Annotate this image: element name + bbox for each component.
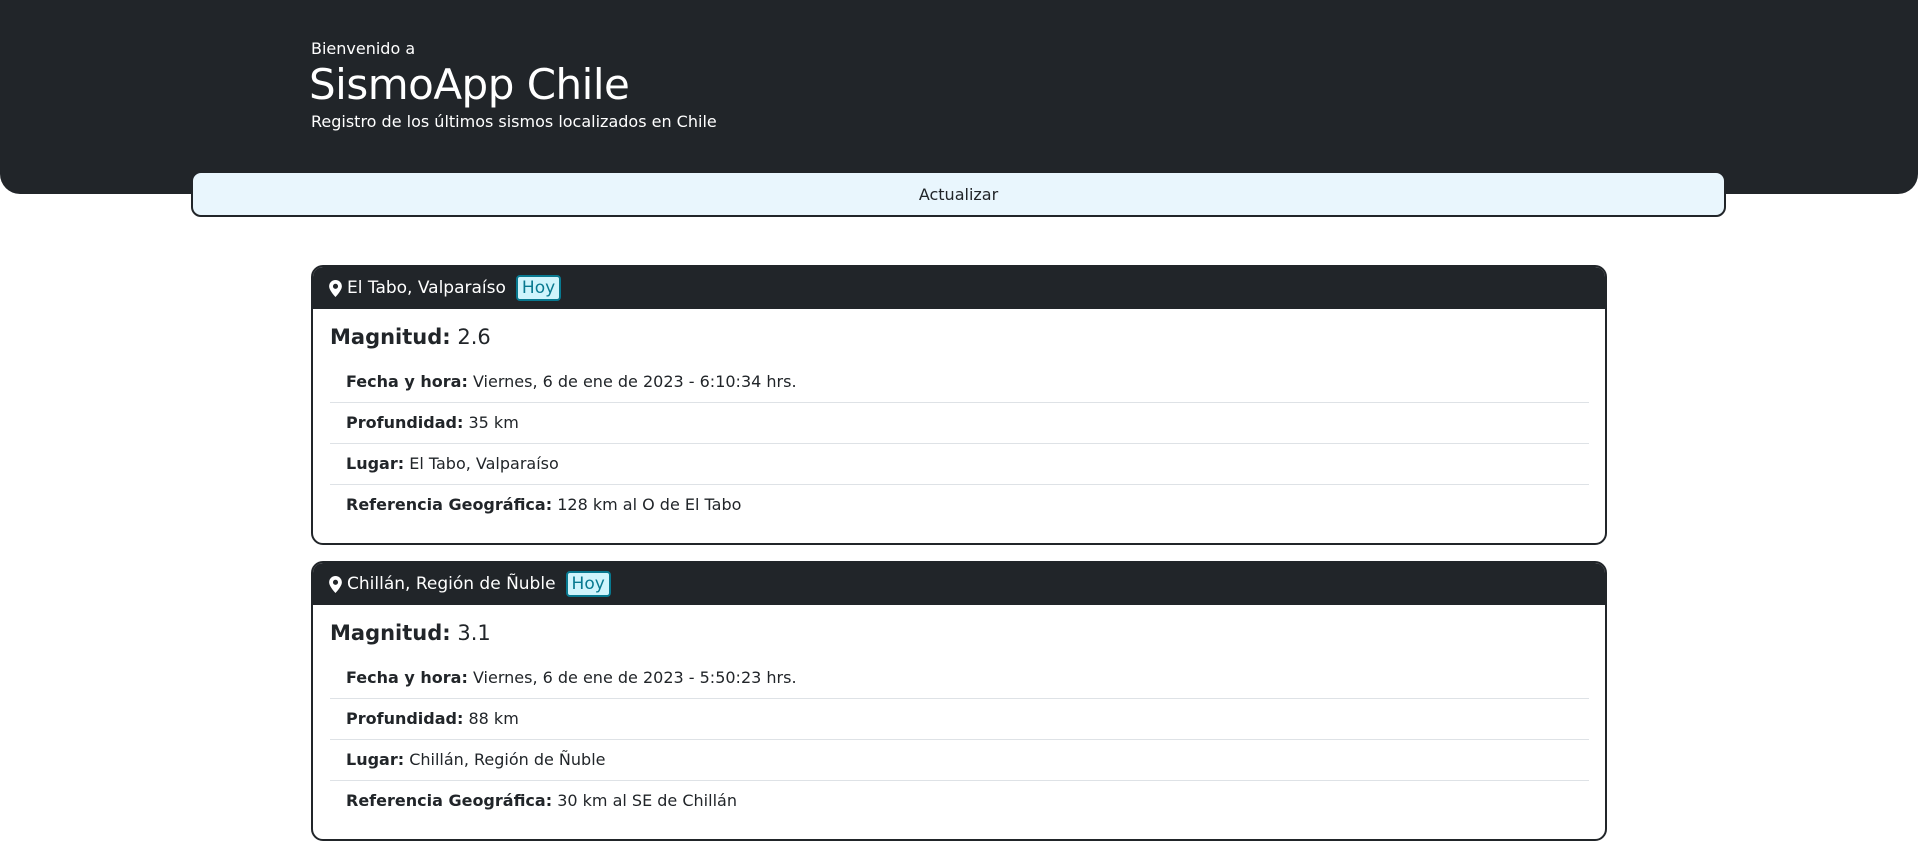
list-item: Referencia Geográfica: 30 km al SE de Ch… xyxy=(330,781,1589,822)
magnitude-label: Magnitud: xyxy=(330,621,451,645)
details-list: Fecha y hora: Viernes, 6 de ene de 2023 … xyxy=(330,658,1589,822)
map-pin-icon xyxy=(329,575,342,593)
details-list: Fecha y hora: Viernes, 6 de ene de 2023 … xyxy=(330,362,1589,526)
datetime-label: Fecha y hora: xyxy=(346,372,468,391)
reference-label: Referencia Geográfica: xyxy=(346,791,553,810)
card-location: Chillán, Región de Ñuble xyxy=(347,574,556,594)
map-pin-icon xyxy=(329,279,342,297)
place-value: El Tabo, Valparaíso xyxy=(409,454,559,473)
magnitude-label: Magnitud: xyxy=(330,325,451,349)
reference-label: Referencia Geográfica: xyxy=(346,495,553,514)
header: Bienvenido a SismoApp Chile Registro de … xyxy=(0,0,1918,194)
datetime-label: Fecha y hora: xyxy=(346,668,468,687)
depth-label: Profundidad: xyxy=(346,709,464,728)
magnitude: Magnitud: 3.1 xyxy=(330,621,1605,645)
magnitude-value: 2.6 xyxy=(457,325,491,349)
list-item: Lugar: El Tabo, Valparaíso xyxy=(330,444,1589,485)
reference-value: 30 km al SE de Chillán xyxy=(557,791,737,810)
quake-card: El Tabo, Valparaíso Hoy Magnitud: 2.6 Fe… xyxy=(311,265,1607,545)
list-item: Profundidad: 35 km xyxy=(330,403,1589,444)
today-badge: Hoy xyxy=(515,275,562,301)
place-label: Lugar: xyxy=(346,750,405,769)
depth-value: 88 km xyxy=(468,709,519,728)
magnitude: Magnitud: 2.6 xyxy=(330,325,1605,349)
place-label: Lugar: xyxy=(346,454,405,473)
quake-card: Chillán, Región de Ñuble Hoy Magnitud: 3… xyxy=(311,561,1607,841)
list-item: Profundidad: 88 km xyxy=(330,699,1589,740)
header-subtitle: Registro de los últimos sismos localizad… xyxy=(311,112,717,131)
today-badge: Hoy xyxy=(565,571,611,597)
reference-value: 128 km al O de El Tabo xyxy=(557,495,742,514)
magnitude-value: 3.1 xyxy=(457,621,491,645)
datetime-value: Viernes, 6 de ene de 2023 - 5:50:23 hrs. xyxy=(472,668,797,687)
card-header: Chillán, Región de Ñuble Hoy xyxy=(313,563,1605,605)
list-item: Lugar: Chillán, Región de Ñuble xyxy=(330,740,1589,781)
card-location: El Tabo, Valparaíso xyxy=(347,278,506,298)
depth-label: Profundidad: xyxy=(346,413,464,432)
list-item: Fecha y hora: Viernes, 6 de ene de 2023 … xyxy=(330,658,1589,699)
header-pretitle: Bienvenido a xyxy=(311,39,416,58)
list-item: Fecha y hora: Viernes, 6 de ene de 2023 … xyxy=(330,362,1589,403)
datetime-value: Viernes, 6 de ene de 2023 - 6:10:34 hrs. xyxy=(472,372,797,391)
depth-value: 35 km xyxy=(468,413,519,432)
card-header: El Tabo, Valparaíso Hoy xyxy=(313,267,1605,309)
refresh-button[interactable]: Actualizar xyxy=(191,171,1726,217)
list-item: Referencia Geográfica: 128 km al O de El… xyxy=(330,485,1589,526)
page-title: SismoApp Chile xyxy=(309,60,630,109)
place-value: Chillán, Región de Ñuble xyxy=(409,750,606,769)
